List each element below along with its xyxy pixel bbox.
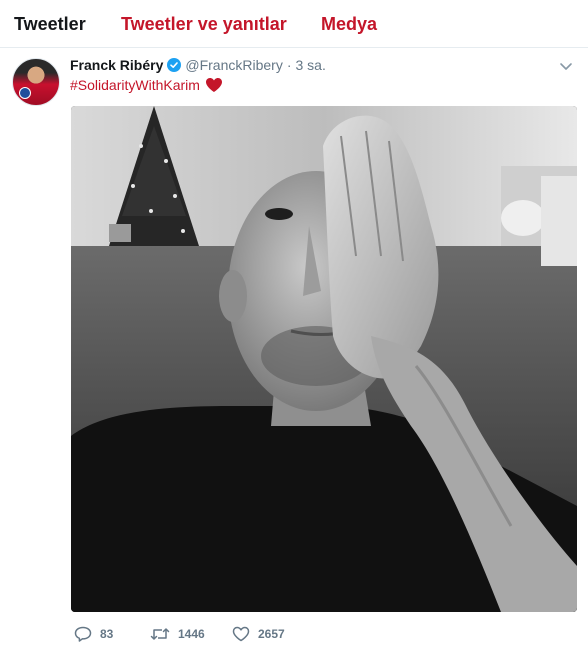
selfie-photo-illustration [71,106,577,612]
retweet-button[interactable]: 1446 [150,626,205,642]
reply-count: 83 [100,627,114,641]
retweet-count: 1446 [178,627,205,641]
tab-tweets-and-replies[interactable]: Tweetler ve yanıtlar [121,0,287,48]
verified-badge-icon [167,58,182,72]
tweet-photo[interactable] [71,106,577,612]
tweet[interactable]: Franck Ribéry @FranckRibery · 3 sa. #Sol… [0,48,588,656]
like-count: 2657 [258,627,285,641]
author-name[interactable]: Franck Ribéry [70,57,163,73]
separator-dot: · [286,57,292,73]
tweet-text: #SolidarityWithKarim [70,75,223,95]
tweet-timestamp[interactable]: 3 sa. [296,57,326,73]
retweet-icon [150,628,170,640]
chevron-down-icon[interactable] [558,58,574,74]
tab-media[interactable]: Medya [321,0,377,48]
profile-tabs: Tweetler Tweetler ve yanıtlar Medya [0,0,588,48]
heart-icon [232,626,250,642]
red-heart-icon [205,77,223,93]
avatar[interactable] [12,58,60,106]
reply-icon [74,626,92,642]
like-button[interactable]: 2657 [232,626,285,642]
reply-button[interactable]: 83 [74,626,113,642]
author-handle[interactable]: @FranckRibery [185,57,282,73]
hashtag-link[interactable]: #SolidarityWithKarim [70,77,200,93]
club-crest-icon [19,87,31,99]
tab-tweets[interactable]: Tweetler [14,0,86,48]
tweet-header: Franck Ribéry @FranckRibery · 3 sa. [70,55,326,75]
